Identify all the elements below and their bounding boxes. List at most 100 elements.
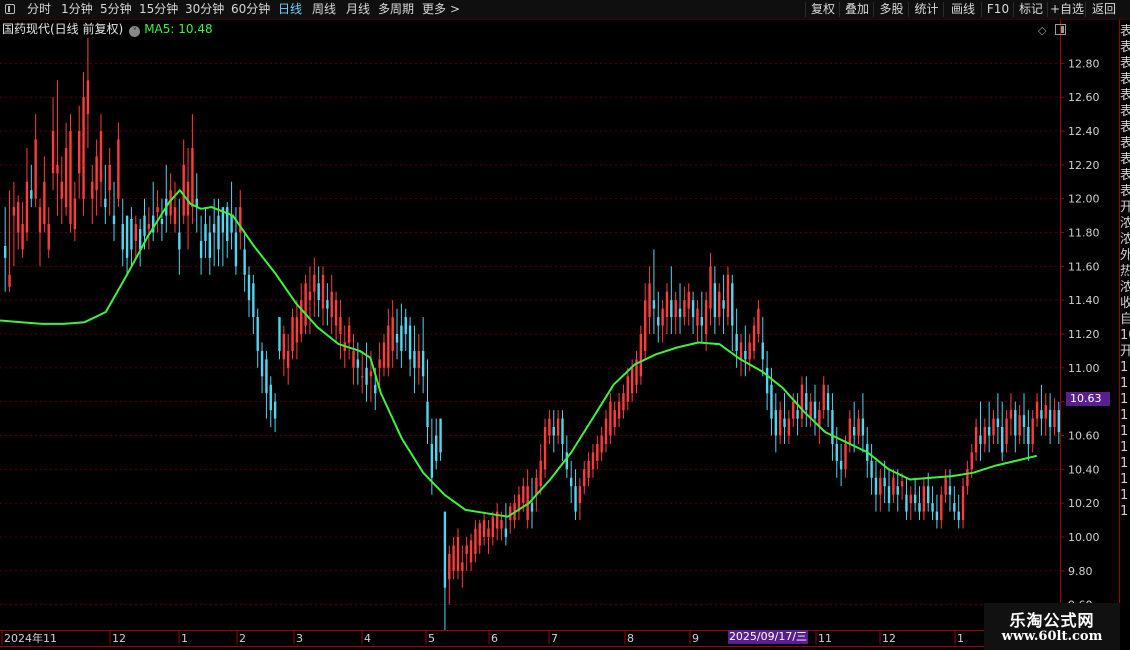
candle-body [596,443,599,461]
kline-chart[interactable]: 12.80 12.60 12.40 12.20 12.00 11.80 11.60 11.40… [0,0,1130,650]
time-label: 4 [364,632,371,645]
candle-body [774,410,778,436]
candle-body [191,147,194,208]
side-panel-char: 表 [1120,24,1130,39]
side-panel-char: 1 [1120,392,1129,407]
period-tab-1[interactable]: 1分钟 [61,0,93,19]
candle-body [770,384,773,419]
period-tab-9[interactable]: 多周期 [378,0,414,19]
candle-body [574,486,577,512]
candle-body [922,486,926,512]
toolbar-separator [981,2,982,17]
candle-body [744,350,747,360]
candle-body [661,308,664,326]
candle-body [269,384,272,411]
side-panel-char: 表 [1120,72,1130,87]
candle-body [913,494,917,504]
candle-body [805,393,808,411]
candle-body [69,131,72,225]
candle-body [983,427,987,444]
side-panel-char: 1 [1120,472,1129,487]
candle-body [25,181,29,233]
candle-body [326,300,329,309]
candle-body [539,460,542,487]
candle-body [252,283,255,318]
period-tab-4[interactable]: 30分钟 [185,0,224,19]
candle-body [900,481,904,487]
toolbar-separator [943,2,944,17]
period-tab-7[interactable]: 周线 [312,0,336,19]
candle-body [935,511,939,521]
candle-body [143,215,146,236]
side-panel-char: 热 [1120,264,1130,279]
toolbar-action-3[interactable]: 统计 [909,0,944,19]
candle-body [613,410,616,428]
candle-body [64,147,68,208]
candle-body [400,325,403,351]
candle-body [369,371,373,377]
toolbar-action-7[interactable]: +自选 [1048,0,1086,19]
side-panel-char: 1 [1120,504,1129,519]
toolbar-action-0[interactable]: 复权 [806,0,840,19]
candle-body [456,536,460,571]
candle-body [644,300,647,351]
candle-body [130,218,133,250]
candle-body [757,308,760,334]
candle-body [443,511,447,588]
candle-body [260,350,264,377]
candle-body [38,207,42,233]
period-tab-10[interactable]: 更多 [422,0,446,19]
toolbar-action-8[interactable]: 返回 [1086,0,1122,19]
ma-settings-icon[interactable]: ˅ [129,26,141,37]
period-tab-2[interactable]: 5分钟 [100,0,132,19]
candle-body [844,443,847,470]
panel-toggle-icon[interactable] [5,4,15,14]
price-label: 9.80 [1068,565,1093,578]
more-arrow-icon[interactable]: > [450,0,460,19]
price-label: 11.40 [1068,294,1100,307]
candle-body [761,342,764,360]
period-tab-6[interactable]: 日线 [278,0,302,19]
price-label: 12.20 [1068,159,1100,172]
toolbar-action-5[interactable]: F10 [982,0,1014,19]
candle-body [996,418,1000,428]
period-tab-5[interactable]: 60分钟 [231,0,270,19]
toolbar-separator [873,2,874,17]
candle-body [835,443,838,461]
period-tab-8[interactable]: 月线 [346,0,370,19]
candle-body [1001,427,1004,453]
candle-body [112,215,116,225]
period-tab-3[interactable]: 15分钟 [139,0,178,19]
candle-body [256,317,259,351]
candle-body [852,427,856,436]
candle-body [861,418,865,436]
candle-body [1005,418,1008,444]
candle-body [848,418,852,444]
diamond-icon[interactable]: ◇ [1038,24,1046,37]
candle-body [491,516,495,537]
candle-body [792,401,795,419]
side-panel-char: 自 [1120,312,1130,327]
toolbar-action-2[interactable]: 多股 [874,0,909,19]
side-panel-char: 表 [1120,88,1130,103]
price-label: 10.20 [1068,497,1100,510]
candle-body [435,435,438,461]
period-tab-0[interactable]: 分时 [27,0,51,19]
candle-body [918,503,921,512]
crosshair-date: 2025/09/17/三 [728,630,808,644]
candle-body [73,198,77,230]
candle-body [17,202,20,233]
candle-body [905,494,908,512]
toolbar-action-6[interactable]: 标记 [1014,0,1048,19]
candle-body [43,181,46,225]
candle-body [217,215,220,250]
side-panel-char: 表 [1120,184,1130,199]
toolbar-action-4[interactable]: 画线 [944,0,982,19]
candle-body [961,486,965,521]
candle-body [282,334,286,360]
candle-body [1009,410,1013,419]
time-label: 2 [239,632,246,645]
window-toggle-icon[interactable] [1055,24,1066,35]
candle-body [940,494,943,521]
toolbar-action-1[interactable]: 叠加 [840,0,874,19]
